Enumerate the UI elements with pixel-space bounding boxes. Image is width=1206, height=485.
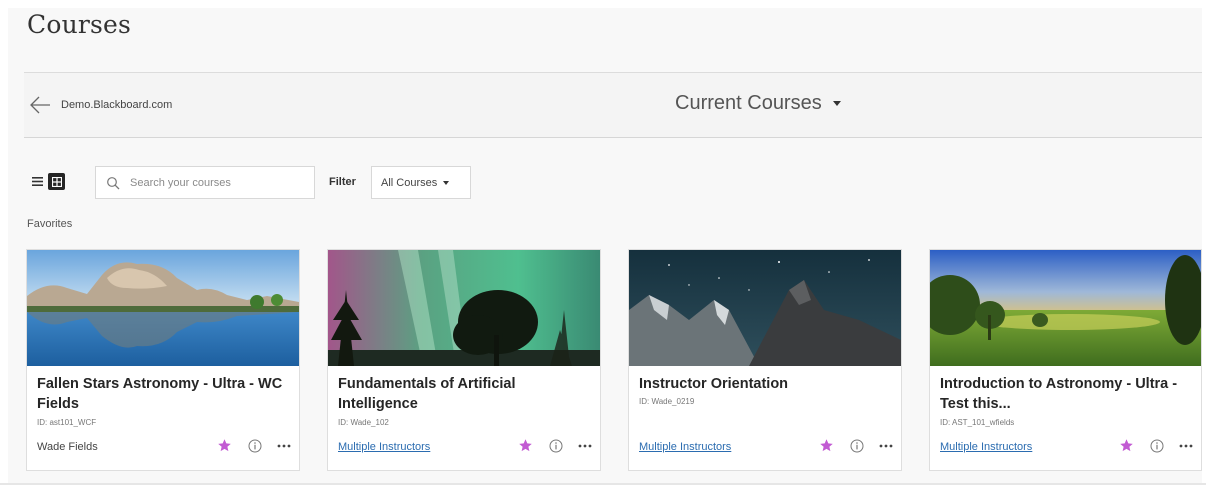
course-id: ID: ast101_WCF [37, 418, 97, 427]
list-view-icon[interactable] [32, 177, 43, 186]
filter-label: Filter [329, 176, 356, 188]
more-options-icon[interactable] [578, 443, 592, 449]
course-card[interactable]: Instructor Orientation ID: Wade_0219 Mul… [628, 249, 902, 471]
course-instructor-link[interactable]: Multiple Instructors [338, 441, 430, 453]
chevron-down-icon[interactable] [443, 180, 450, 185]
course-title[interactable]: Introduction to Astronomy - Ultra - Test… [940, 374, 1192, 414]
info-icon[interactable] [549, 439, 563, 453]
course-image[interactable] [629, 250, 901, 366]
more-options-icon[interactable] [1179, 443, 1193, 449]
course-card[interactable]: Fundamentals of Artificial Intelligence … [327, 249, 601, 471]
course-title[interactable]: Fundamentals of Artificial Intelligence [338, 374, 590, 414]
course-image[interactable] [328, 250, 600, 366]
favorite-star-icon[interactable] [1119, 438, 1134, 453]
current-courses-dropdown[interactable]: Current Courses [675, 92, 841, 115]
grid-view-icon[interactable] [51, 176, 62, 187]
course-actions [518, 438, 592, 453]
search-input[interactable] [130, 176, 310, 189]
favorites-section-label: Favorites [27, 218, 73, 230]
back-link-label[interactable]: Demo.Blackboard.com [61, 99, 172, 111]
list-view-button[interactable] [29, 173, 46, 190]
course-controls: Filter All Courses [27, 166, 727, 199]
page: Courses Demo.Blackboard.com Current Cour… [0, 0, 1206, 485]
course-id: ID: AST_101_wfields [940, 418, 1015, 427]
course-instructor: Wade Fields [37, 441, 98, 453]
course-actions [1119, 438, 1193, 453]
course-title[interactable]: Instructor Orientation [639, 374, 891, 394]
info-icon[interactable] [850, 439, 864, 453]
search-box[interactable] [95, 166, 315, 199]
course-actions [819, 438, 893, 453]
favorite-star-icon[interactable] [518, 438, 533, 453]
info-icon[interactable] [248, 439, 262, 453]
chevron-down-icon[interactable] [832, 101, 841, 106]
course-id: ID: Wade_102 [338, 418, 389, 427]
course-image[interactable] [27, 250, 299, 366]
course-card[interactable]: Introduction to Astronomy - Ultra - Test… [929, 249, 1202, 471]
course-id: ID: Wade_0219 [639, 397, 695, 406]
course-card[interactable]: Fallen Stars Astronomy - Ultra - WC Fiel… [26, 249, 300, 471]
more-options-icon[interactable] [879, 443, 893, 449]
favorite-star-icon[interactable] [819, 438, 834, 453]
favorite-star-icon[interactable] [217, 438, 232, 453]
header-title[interactable]: Current Courses [675, 92, 822, 115]
page-title: Courses [27, 10, 132, 39]
course-instructor-link[interactable]: Multiple Instructors [639, 441, 731, 453]
search-icon [107, 176, 120, 189]
back-arrow-icon[interactable] [28, 95, 52, 115]
course-image[interactable] [930, 250, 1201, 366]
info-icon[interactable] [1150, 439, 1164, 453]
back-link[interactable]: Demo.Blackboard.com [28, 95, 172, 115]
course-title[interactable]: Fallen Stars Astronomy - Ultra - WC Fiel… [37, 374, 289, 414]
more-options-icon[interactable] [277, 443, 291, 449]
course-actions [217, 438, 291, 453]
course-header-bar: Demo.Blackboard.com Current Courses [24, 72, 1202, 138]
course-instructor-link[interactable]: Multiple Instructors [940, 441, 1032, 453]
filter-value[interactable]: All Courses [381, 177, 437, 189]
grid-view-button[interactable] [48, 173, 65, 190]
filter-select[interactable]: All Courses [371, 166, 471, 199]
